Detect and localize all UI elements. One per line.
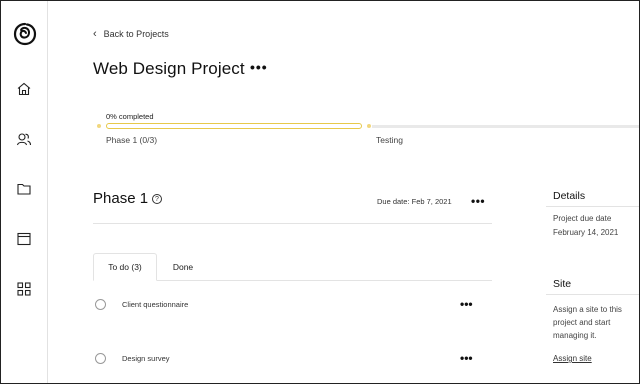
help-icon[interactable]: ? xyxy=(152,194,162,204)
folder-icon[interactable] xyxy=(14,179,34,199)
task-name[interactable]: Client questionnaire xyxy=(122,300,188,309)
site-heading: Site xyxy=(553,278,572,290)
progress-start-dot xyxy=(97,124,101,128)
list-item: Client questionnaire ••• xyxy=(93,296,492,316)
project-due-value: February 14, 2021 xyxy=(553,228,619,237)
phase-step-label: Phase 1 (0/3) xyxy=(106,135,158,145)
project-more-button[interactable]: ••• xyxy=(250,59,268,75)
project-due-label: Project due date xyxy=(553,214,612,223)
testing-step-label: Testing xyxy=(376,135,403,145)
remaining-track xyxy=(372,125,639,128)
tab-to-do[interactable]: To do (3) xyxy=(93,253,157,281)
back-label: Back to Projects xyxy=(103,29,169,39)
task-more-button[interactable]: ••• xyxy=(460,351,473,365)
site-description: Assign a site to this project and start … xyxy=(553,305,622,340)
details-heading: Details xyxy=(553,190,586,202)
task-complete-radio[interactable] xyxy=(95,353,106,364)
site-divider xyxy=(546,294,639,295)
progress-step-dot xyxy=(367,124,371,128)
page-title: Web Design Project xyxy=(93,59,245,78)
task-more-button[interactable]: ••• xyxy=(460,297,473,311)
sidebar xyxy=(1,1,48,383)
godaddy-logo[interactable] xyxy=(12,21,38,47)
task-complete-radio[interactable] xyxy=(95,299,106,310)
browser-window-icon[interactable] xyxy=(14,229,34,249)
tab-done[interactable]: Done xyxy=(161,253,205,281)
phase-due-date: Due date: Feb 7, 2021 xyxy=(377,197,452,206)
people-icon[interactable] xyxy=(14,129,34,149)
progress-label: 0% completed xyxy=(106,112,154,121)
back-to-projects-link[interactable]: ‹ Back to Projects xyxy=(93,27,169,40)
phase-progress-bar xyxy=(106,123,362,129)
phase-more-button[interactable]: ••• xyxy=(471,194,485,208)
chevron-left-icon: ‹ xyxy=(93,27,97,40)
task-name[interactable]: Design survey xyxy=(122,354,170,363)
divider xyxy=(93,223,492,224)
apps-grid-icon[interactable] xyxy=(14,279,34,299)
home-icon[interactable] xyxy=(14,79,34,99)
app-frame: ‹ Back to Projects Web Design Project ••… xyxy=(0,0,640,384)
list-item: Design survey ••• xyxy=(93,350,492,370)
phase-title: Phase 1 xyxy=(93,190,149,207)
details-divider xyxy=(546,206,639,207)
assign-site-link[interactable]: Assign site xyxy=(553,354,592,363)
